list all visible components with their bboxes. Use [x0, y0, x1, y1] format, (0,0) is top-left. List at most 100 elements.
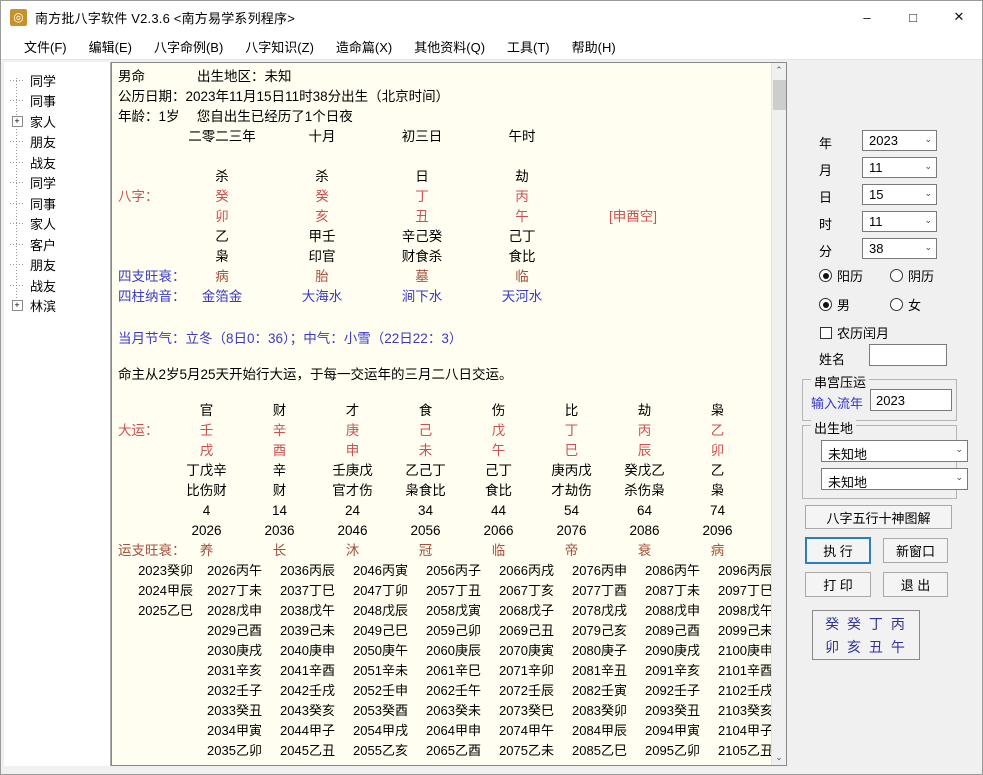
menu-item-6[interactable]: 其他资料(Q): [403, 34, 496, 59]
birthplace-city-select[interactable]: 未知地 ⌄: [821, 468, 968, 490]
menu-item-1[interactable]: 文件(F): [13, 34, 78, 59]
birthplace-province-select[interactable]: 未知地 ⌄: [821, 440, 968, 462]
sidebar-item-3[interactable]: +家人: [4, 111, 110, 132]
cell: 辛: [243, 461, 316, 481]
cell: 64: [608, 501, 681, 521]
cell: 丁: [372, 187, 472, 207]
row-label: [114, 461, 170, 481]
sidebar-item-9[interactable]: 客户: [4, 234, 110, 255]
cell: 亥: [272, 207, 372, 227]
scroll-down-icon[interactable]: ⌄: [772, 750, 786, 765]
cell: 庚丙戊: [535, 461, 608, 481]
radio-female[interactable]: 女: [890, 295, 921, 314]
close-button[interactable]: ✕: [936, 1, 982, 33]
cell: 74: [681, 501, 754, 521]
year-cell: 2039己未: [271, 621, 344, 641]
sidebar-item-12[interactable]: +林滨: [4, 296, 110, 317]
row-label: [114, 227, 172, 247]
sidebar-item-8[interactable]: 家人: [4, 214, 110, 235]
menu-item-8[interactable]: 帮助(H): [561, 34, 627, 59]
sidebar-item-6[interactable]: 同学: [4, 173, 110, 194]
cell: 2086: [608, 521, 681, 541]
select-value: 2023: [869, 133, 898, 148]
age-line: 年龄：1岁 您自出生已经历了1个日夜: [114, 107, 769, 127]
cell: 癸: [172, 187, 272, 207]
cell: 壬: [170, 421, 243, 441]
cell: 长: [243, 541, 316, 561]
date-select-1[interactable]: 2023⌄: [862, 130, 937, 151]
vertical-scrollbar[interactable]: ⌃ ⌄: [771, 63, 786, 765]
cell: 卯: [172, 207, 272, 227]
cell: 辛: [243, 421, 316, 441]
row-label: [114, 521, 170, 541]
year-cell: [114, 701, 198, 721]
date-select-5[interactable]: 38⌄: [862, 238, 937, 259]
checkbox-icon: [820, 327, 832, 339]
sidebar-item-1[interactable]: 同学: [4, 70, 110, 91]
sidebar-item-7[interactable]: 同事: [4, 193, 110, 214]
cell: 衰: [608, 541, 681, 561]
liunian-input[interactable]: [870, 389, 952, 411]
cell: 财: [243, 481, 316, 501]
minimize-button[interactable]: –: [844, 1, 890, 33]
cell: 4: [170, 501, 243, 521]
radio-lunar-calendar[interactable]: 阴历: [890, 266, 934, 285]
cell: 戊: [462, 421, 535, 441]
date-select-3[interactable]: 15⌄: [862, 184, 937, 205]
row-label: 四支旺衰：: [114, 267, 172, 287]
expand-plus-icon[interactable]: +: [12, 300, 23, 311]
cell: 己丁: [462, 461, 535, 481]
radio-solar-calendar[interactable]: 阳历: [819, 266, 863, 285]
cell: 沐: [316, 541, 389, 561]
cell: 14: [243, 501, 316, 521]
expand-plus-icon[interactable]: +: [12, 116, 23, 127]
maximize-button[interactable]: □: [890, 1, 936, 33]
year-cell: 2073癸巳: [490, 701, 563, 721]
year-cell: 2079己亥: [563, 621, 636, 641]
dotted-line: [10, 285, 23, 286]
print-button[interactable]: 打 印: [805, 572, 871, 597]
dayun-shen-row: 官财才食伤比劫枭: [114, 401, 769, 421]
sidebar-item-2[interactable]: 同事: [4, 91, 110, 112]
wuxing-diagram-button[interactable]: 八字五行十神图解: [805, 505, 952, 529]
cell: 冠: [389, 541, 462, 561]
cell: 比: [535, 401, 608, 421]
radio-dot: [890, 298, 903, 311]
radio-male[interactable]: 男: [819, 295, 850, 314]
menu-item-2[interactable]: 编辑(E): [78, 34, 143, 59]
select-value: 38: [869, 241, 883, 256]
cell: 财食杀: [372, 247, 472, 267]
year-cell: 2058戊寅: [417, 601, 490, 621]
year-cell: 2047丁卯: [344, 581, 417, 601]
cell: 2066: [462, 521, 535, 541]
tree-connector: [4, 182, 30, 183]
date-select-2[interactable]: 11⌄: [862, 157, 937, 178]
execute-button[interactable]: 执 行: [805, 537, 871, 564]
dotted-line: [10, 182, 23, 183]
row-label: [114, 167, 172, 187]
leap-month-checkbox[interactable]: 农历闰月: [820, 323, 889, 342]
menu-item-5[interactable]: 造命篇(X): [325, 34, 403, 59]
sidebar-item-5[interactable]: 战友: [4, 152, 110, 173]
scroll-up-icon[interactable]: ⌃: [772, 63, 786, 78]
cell: 丁: [535, 421, 608, 441]
name-input[interactable]: [869, 344, 947, 366]
exit-button[interactable]: 退 出: [883, 572, 948, 597]
tree-connector: +: [4, 300, 30, 311]
tree-connector: [4, 141, 30, 142]
menu-item-4[interactable]: 八字知识(Z): [234, 34, 325, 59]
scroll-thumb[interactable]: [773, 80, 786, 110]
sidebar-item-10[interactable]: 朋友: [4, 255, 110, 276]
sidebar-item-4[interactable]: 朋友: [4, 132, 110, 153]
cell: 杀: [272, 167, 372, 187]
cell: 午: [462, 441, 535, 461]
year-cell: 2036丙辰: [271, 561, 344, 581]
cell: 2046: [316, 521, 389, 541]
year-cell: 2030庚戌: [198, 641, 271, 661]
sidebar-item-11[interactable]: 战友: [4, 275, 110, 296]
menu-item-3[interactable]: 八字命例(B): [143, 34, 234, 59]
new-window-button[interactable]: 新窗口: [883, 538, 948, 563]
chart-text-panel[interactable]: 男命出生地区：未知公历日期：2023年11月15日11时38分出生（北京时间）年…: [111, 62, 787, 766]
menu-item-7[interactable]: 工具(T): [496, 34, 561, 59]
date-select-4[interactable]: 11⌄: [862, 211, 937, 232]
